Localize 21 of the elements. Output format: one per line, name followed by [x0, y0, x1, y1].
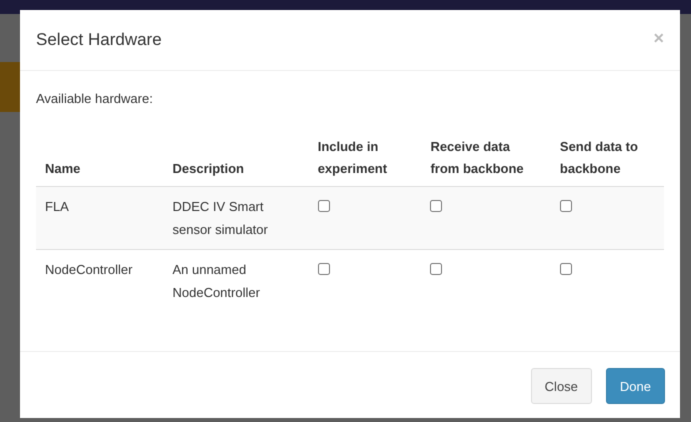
table-cell: An unnamed NodeController: [172, 262, 260, 300]
column-header: Send data to backbone: [560, 139, 638, 176]
checkbox[interactable]: [430, 200, 442, 212]
checkbox[interactable]: [560, 263, 572, 275]
column-header: Name: [45, 161, 80, 176]
dialog-title: Select Hardware: [36, 30, 162, 50]
close-button[interactable]: ×: [653, 28, 664, 49]
checkbox[interactable]: [318, 263, 330, 275]
column-header: Include in experiment: [318, 139, 388, 176]
checkbox[interactable]: [318, 200, 330, 212]
sidebar-strip: [0, 62, 20, 112]
table-cell: DDEC IV Smart sensor simulator: [172, 199, 268, 237]
intro-text: Availiable hardware:: [36, 91, 154, 106]
close-button[interactable]: Close: [530, 368, 592, 404]
column-header: Description: [172, 161, 244, 176]
checkbox[interactable]: [560, 200, 572, 212]
column-header: Receive data from backbone: [430, 139, 524, 176]
checkbox[interactable]: [430, 263, 442, 275]
done-button[interactable]: Done: [606, 368, 665, 404]
table-cell: NodeController: [45, 262, 132, 277]
table-cell: FLA: [45, 199, 69, 214]
